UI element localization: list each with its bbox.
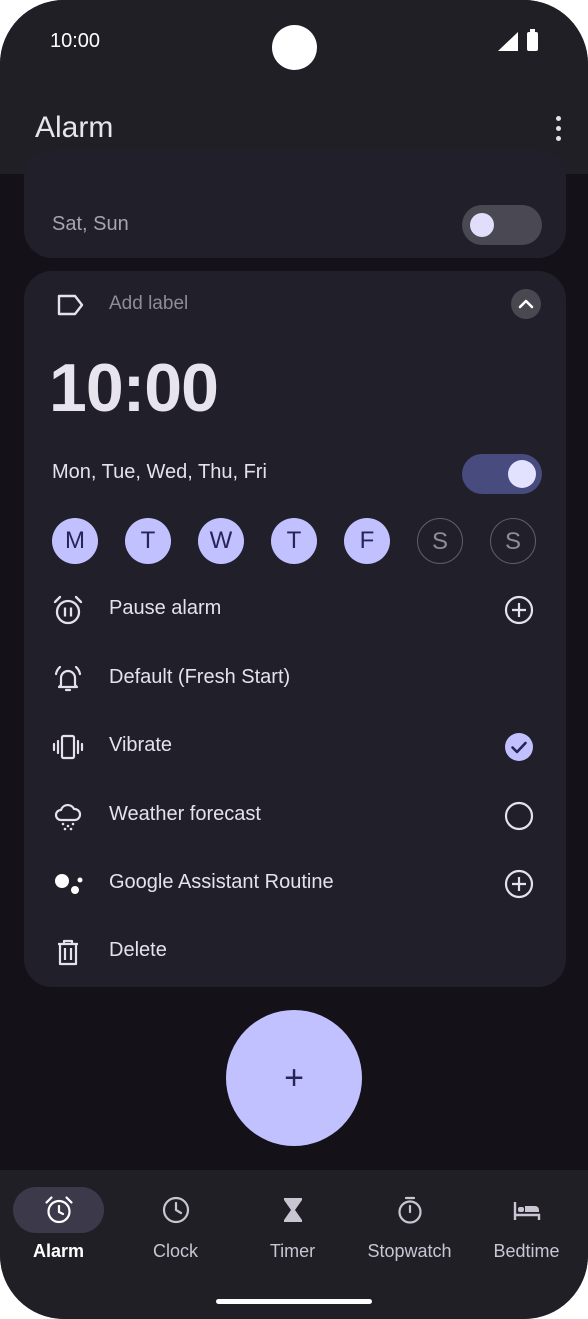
signal-icon: [498, 32, 518, 51]
nav-item-clock[interactable]: Clock: [117, 1186, 234, 1266]
clock-icon: [162, 1196, 190, 1224]
day-saturday[interactable]: S: [417, 518, 463, 564]
option-label: Weather forecast: [109, 803, 261, 825]
bed-icon: [513, 1202, 541, 1220]
option-assistant-routine[interactable]: Google Assistant Routine: [24, 853, 566, 913]
day-friday[interactable]: F: [344, 518, 390, 564]
option-label: Default (Fresh Start): [109, 666, 291, 688]
nav-item-alarm[interactable]: Alarm: [0, 1186, 117, 1266]
nav-label: Alarm: [32, 1241, 85, 1261]
nav-item-stopwatch[interactable]: Stopwatch: [351, 1186, 468, 1266]
status-time: 10:00: [50, 30, 101, 52]
option-weather[interactable]: Weather forecast: [24, 785, 566, 845]
camera-cutout: [272, 25, 317, 70]
bell-icon: [54, 665, 82, 692]
label-icon: [57, 294, 84, 316]
more-options-icon[interactable]: [548, 116, 568, 146]
bottom-navigation: Alarm Clock Timer Stopwatch Bedtime: [0, 1170, 588, 1319]
add-label-text: Add label: [109, 293, 189, 314]
phone-screen: 10:00 Alarm Sat, Sun Add label 10:00 Mon…: [0, 0, 588, 1319]
option-label: Pause alarm: [109, 597, 222, 619]
toggle-knob: [508, 460, 536, 488]
home-indicator[interactable]: [216, 1299, 372, 1304]
check-circle-icon[interactable]: [503, 731, 535, 763]
option-delete[interactable]: Delete: [24, 921, 566, 981]
alarm-time[interactable]: 10:00: [49, 349, 219, 427]
add-circle-icon[interactable]: [503, 868, 535, 900]
plus-icon: +: [284, 1059, 304, 1097]
toggle-knob: [470, 213, 494, 237]
add-circle-icon[interactable]: [503, 594, 535, 626]
day-sunday[interactable]: S: [490, 518, 536, 564]
alarm-card-expanded: Add label 10:00 Mon, Tue, Wed, Thu, Fri …: [24, 271, 566, 987]
alarm-toggle[interactable]: [462, 205, 542, 245]
alarm-days-text: Sat, Sun: [52, 213, 129, 235]
status-bar: 10:00: [0, 0, 588, 88]
option-ringtone[interactable]: Default (Fresh Start): [24, 648, 566, 708]
alarm-card-weekend[interactable]: Sat, Sun: [24, 150, 566, 258]
day-wednesday[interactable]: W: [198, 518, 244, 564]
nav-label: Clock: [152, 1241, 198, 1261]
nav-label: Bedtime: [493, 1241, 560, 1261]
day-monday[interactable]: M: [52, 518, 98, 564]
add-alarm-button[interactable]: +: [226, 1010, 362, 1146]
assistant-icon: [55, 874, 83, 894]
stopwatch-icon: [398, 1196, 422, 1224]
vibrate-icon: [52, 734, 84, 760]
nav-item-timer[interactable]: Timer: [234, 1186, 351, 1266]
collapse-button[interactable]: [511, 289, 541, 319]
option-pause-alarm[interactable]: Pause alarm: [24, 579, 566, 639]
trash-icon: [58, 939, 78, 966]
day-tuesday[interactable]: T: [125, 518, 171, 564]
unchecked-circle-icon[interactable]: [503, 800, 535, 832]
battery-icon: [527, 29, 538, 51]
hourglass-icon: [284, 1198, 302, 1222]
weather-icon: [54, 803, 82, 831]
option-label: Delete: [109, 939, 167, 961]
option-label: Google Assistant Routine: [109, 871, 334, 893]
label-row[interactable]: Add label: [52, 289, 542, 321]
option-label: Vibrate: [109, 734, 173, 756]
nav-item-bedtime[interactable]: Bedtime: [468, 1186, 585, 1266]
nav-label: Stopwatch: [367, 1241, 452, 1261]
alarm-days-text: Mon, Tue, Wed, Thu, Fri: [52, 461, 267, 483]
chevron-up-icon: [518, 299, 534, 309]
alarm-icon: [45, 1196, 73, 1224]
pause-alarm-icon: [53, 595, 83, 625]
option-vibrate[interactable]: Vibrate: [24, 716, 566, 776]
page-title: Alarm: [35, 111, 114, 144]
day-thursday[interactable]: T: [271, 518, 317, 564]
alarm-toggle[interactable]: [462, 454, 542, 494]
nav-label: Timer: [269, 1241, 316, 1261]
